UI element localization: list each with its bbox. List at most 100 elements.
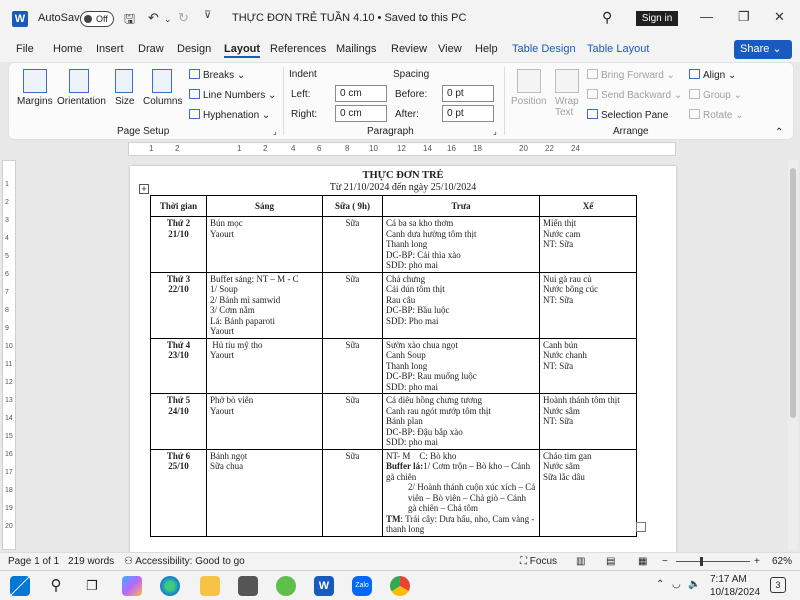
indent-left-input[interactable]: 0 cm — [335, 85, 387, 102]
spacing-after-input[interactable]: 0 pt — [442, 105, 494, 122]
tab-mailings[interactable]: Mailings — [336, 43, 376, 55]
tab-home[interactable]: Home — [53, 43, 82, 55]
tab-table-design[interactable]: Table Design — [512, 43, 576, 55]
print-layout-icon[interactable]: ▤ — [606, 556, 615, 567]
day-label: Thứ 4 — [166, 339, 191, 350]
send-backward-button[interactable]: Send Backward ⌄ — [587, 89, 682, 101]
group-button[interactable]: Group ⌄ — [689, 89, 742, 101]
scrollbar-thumb[interactable] — [790, 168, 796, 418]
focus-button[interactable]: ⛶ Focus — [520, 556, 557, 567]
selection-pane-button[interactable]: Selection Pane — [587, 109, 668, 121]
app-icon[interactable] — [276, 576, 296, 596]
page-count[interactable]: Page 1 of 1 — [8, 556, 59, 567]
page-setup-launcher-icon[interactable]: ⌟ — [273, 127, 277, 136]
undo-icon[interactable]: ↶ — [148, 10, 159, 26]
save-icon[interactable]: 🖫 — [124, 10, 135, 32]
zoom-in-icon[interactable]: + — [754, 556, 760, 567]
read-mode-icon[interactable]: ▥ — [576, 556, 585, 567]
web-layout-icon[interactable]: ▦ — [638, 556, 647, 567]
rotate-button[interactable]: Rotate ⌄ — [689, 109, 744, 121]
bring-forward-icon — [587, 69, 598, 79]
tab-table-layout[interactable]: Table Layout — [587, 43, 649, 55]
document-page[interactable]: THỰC ĐƠN TRẺ Từ 21/10/2024 đến ngày 25/1… — [130, 166, 676, 552]
search-taskbar-icon[interactable]: ⚲ — [46, 576, 66, 596]
position-button[interactable]: Position — [511, 96, 547, 107]
restore-icon[interactable]: ❐ — [738, 9, 750, 25]
size-button[interactable]: Size — [115, 96, 134, 107]
tab-review[interactable]: Review — [391, 43, 427, 55]
orientation-button[interactable]: Orientation — [57, 96, 106, 107]
store-icon[interactable] — [238, 576, 258, 596]
file-explorer-icon[interactable] — [200, 576, 220, 596]
hyphenation-button[interactable]: Hyphenation ⌄ — [189, 109, 270, 121]
tab-insert[interactable]: Insert — [96, 43, 124, 55]
clock-date[interactable]: 10/18/2024 — [710, 587, 760, 598]
close-icon[interactable]: ✕ — [774, 9, 785, 25]
menu-table[interactable]: Thời gian Sáng Sữa ( 9h) Trưa Xế Thứ 2 21… — [150, 195, 637, 537]
share-button[interactable]: Share ⌄ — [734, 40, 792, 59]
tab-file[interactable]: File — [16, 43, 34, 55]
zoom-slider-thumb[interactable] — [700, 557, 703, 566]
send-backward-label: Send Backward — [601, 90, 672, 101]
day-label: Thứ 3 — [166, 273, 191, 284]
zoom-slider[interactable] — [676, 561, 750, 562]
tab-view[interactable]: View — [438, 43, 462, 55]
bring-forward-button[interactable]: Bring Forward ⌄ — [587, 69, 675, 81]
zoom-out-icon[interactable]: − — [662, 556, 668, 567]
collapse-ribbon-icon[interactable]: ⌃ — [775, 127, 783, 138]
ruler-tick: 16 — [5, 451, 13, 458]
paragraph-group-label: Paragraph — [367, 126, 414, 137]
zoom-level[interactable]: 62% — [772, 556, 792, 567]
copilot-icon[interactable] — [122, 576, 142, 596]
vertical-ruler[interactable]: 1 2 3 4 5 6 7 8 9 10 11 12 13 14 15 16 1… — [2, 160, 16, 550]
title-chevron-down-icon[interactable]: ⌄ — [421, 13, 429, 24]
tab-draw[interactable]: Draw — [138, 43, 164, 55]
windows-start-icon[interactable] — [10, 576, 30, 596]
date-label: 22/10 — [168, 284, 189, 294]
minimize-icon[interactable]: — — [700, 9, 713, 24]
orientation-icon — [69, 69, 89, 93]
network-icon[interactable]: ◡ — [672, 579, 681, 590]
show-hidden-icons-icon[interactable]: ⌃ — [656, 579, 664, 590]
tab-layout[interactable]: Layout — [224, 43, 261, 58]
word-count[interactable]: 219 words — [68, 556, 114, 567]
dish: Bánh plan — [386, 416, 423, 426]
tab-references[interactable]: References — [270, 43, 326, 55]
customize-toolbar-icon[interactable]: ⊽ — [204, 10, 211, 21]
dish: Sữa chua — [210, 461, 244, 471]
dish: Chả chưng — [386, 273, 426, 284]
vertical-scrollbar[interactable] — [788, 160, 798, 550]
align-button[interactable]: Align ⌄ — [689, 69, 736, 81]
wrap-text-button[interactable]: Wrap — [555, 96, 579, 107]
horizontal-ruler[interactable]: 1 2 1 2 4 6 8 10 12 14 16 18 20 22 24 — [128, 142, 676, 156]
search-icon[interactable]: ⚲ — [602, 9, 612, 26]
ruler-tick: 9 — [5, 325, 9, 332]
tab-help[interactable]: Help — [475, 43, 498, 55]
autosave-toggle[interactable]: Off — [80, 11, 114, 27]
sign-in-button[interactable]: Sign in — [636, 11, 678, 26]
clock-time[interactable]: 7:17 AM — [710, 574, 747, 585]
table-resize-handle[interactable] — [636, 522, 646, 532]
volume-icon[interactable]: 🔈 — [688, 579, 700, 590]
zalo-icon[interactable]: Zalo — [352, 576, 372, 596]
redo-icon[interactable]: ↻ — [178, 10, 189, 26]
notification-badge[interactable]: 3 — [770, 577, 786, 593]
line-numbers-button[interactable]: Line Numbers ⌄ — [189, 89, 276, 101]
task-view-icon[interactable]: ❐ — [82, 576, 102, 596]
margins-button[interactable]: Margins — [17, 96, 53, 107]
document-title[interactable]: THỰC ĐƠN TRẺ TUẦN 4.10 • Saved to this P… — [232, 12, 466, 24]
paragraph-launcher-icon[interactable]: ⌟ — [493, 127, 497, 136]
breaks-button[interactable]: Breaks ⌄ — [189, 69, 245, 81]
tab-design[interactable]: Design — [177, 43, 211, 55]
date-label: 24/10 — [168, 405, 189, 416]
accessibility-status[interactable]: ⚇ Accessibility: Good to go — [124, 556, 245, 567]
chrome-icon[interactable] — [390, 576, 410, 596]
table-move-handle-icon[interactable]: + — [139, 184, 149, 194]
word-taskbar-icon[interactable]: W — [314, 576, 334, 596]
align-icon — [689, 69, 700, 79]
indent-right-input[interactable]: 0 cm — [335, 105, 387, 122]
edge-icon[interactable] — [160, 576, 180, 596]
undo-dropdown-icon[interactable]: ⌄ — [164, 14, 172, 25]
columns-button[interactable]: Columns — [143, 96, 182, 107]
spacing-before-input[interactable]: 0 pt — [442, 85, 494, 102]
